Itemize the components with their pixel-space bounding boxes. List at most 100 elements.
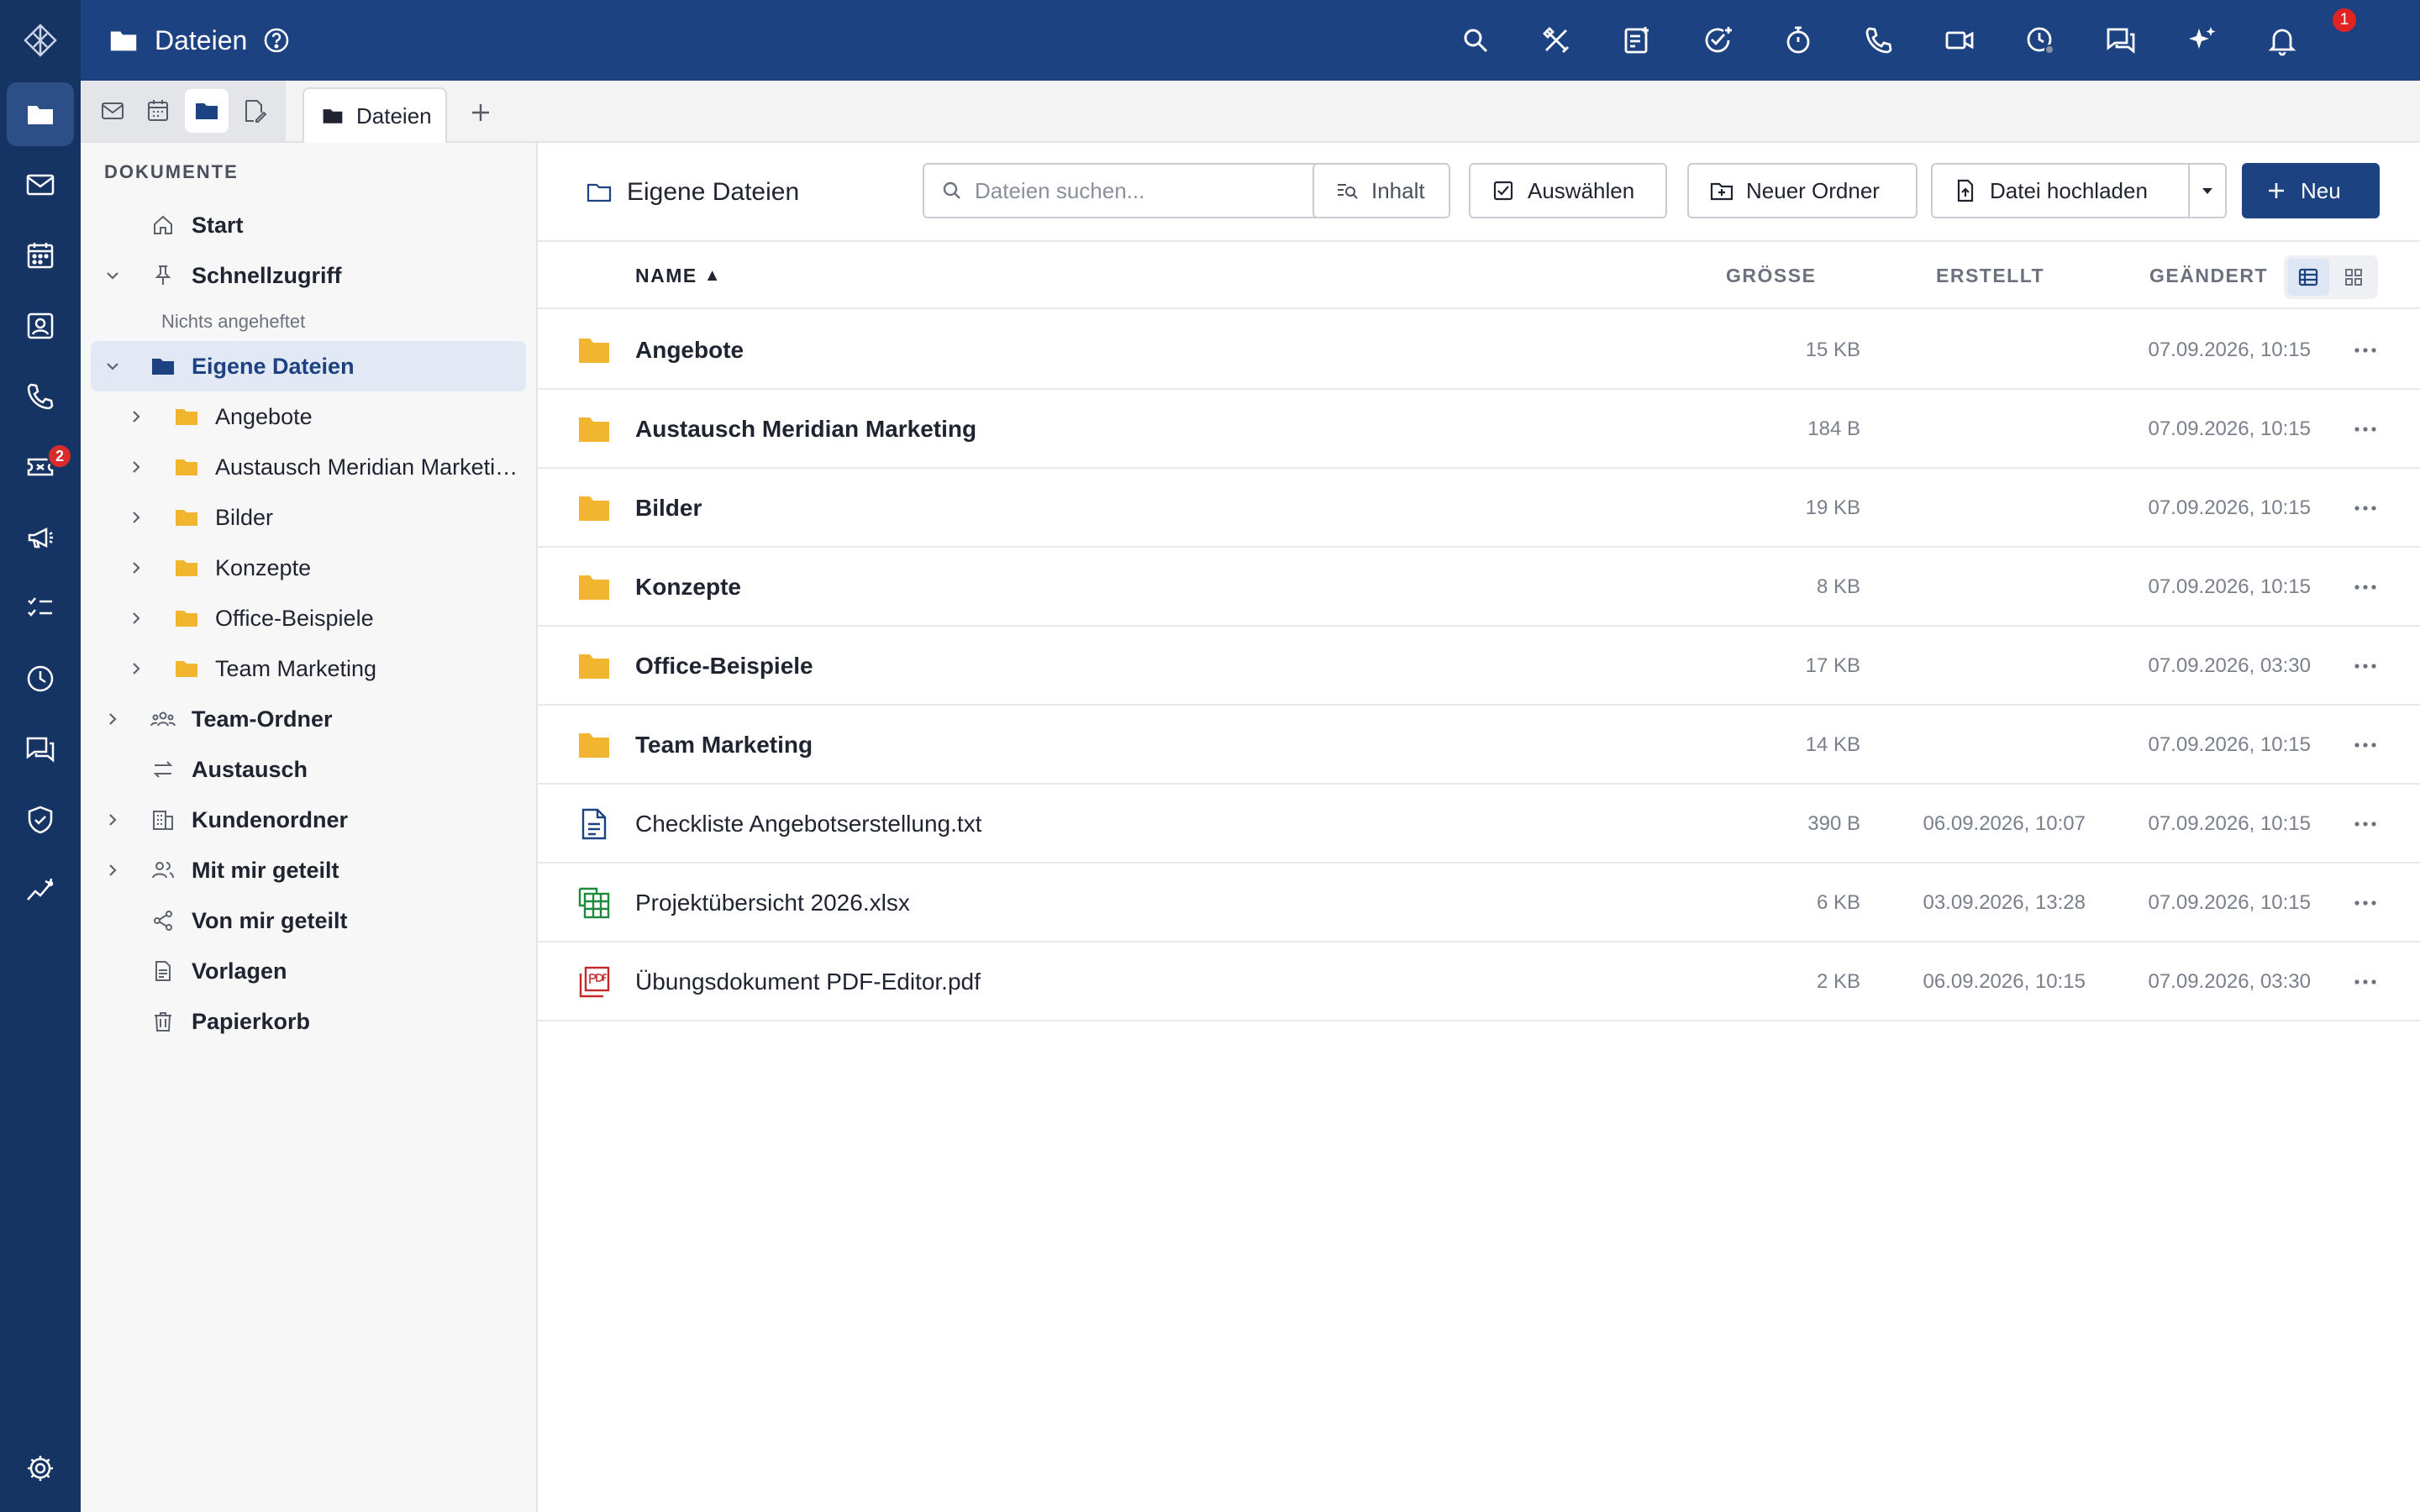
rail-security-button[interactable]: [7, 788, 74, 852]
rail-phone-button[interactable]: [7, 365, 74, 428]
sidebar-item-von-mir-geteilt[interactable]: Von mir geteilt: [91, 895, 526, 946]
rail-tickets-button[interactable]: 2: [7, 435, 74, 499]
column-header-created[interactable]: ERSTELLT: [1936, 242, 2044, 309]
select-button[interactable]: Auswählen: [1469, 163, 1667, 218]
tools-button[interactable]: [1536, 20, 1576, 60]
search-input[interactable]: [975, 177, 1361, 204]
column-header-size[interactable]: GRÖSSE: [1726, 242, 1816, 309]
more-options-icon[interactable]: [2344, 570, 2386, 604]
chevron-right-icon[interactable]: [124, 606, 148, 630]
switch-mail-button[interactable]: [91, 89, 134, 133]
rail-calendar-button[interactable]: [7, 223, 74, 287]
more-options-icon[interactable]: [2344, 333, 2386, 367]
chevron-right-icon[interactable]: [124, 455, 148, 479]
table-row[interactable]: Austausch Meridian Marketing 184 B 07.09…: [538, 390, 2420, 469]
table-row[interactable]: Projektübersicht 2026.xlsx 6 KB 03.09.20…: [538, 864, 2420, 942]
more-options-icon[interactable]: [2344, 965, 2386, 999]
sidebar-item-eigene-dateien[interactable]: Eigene Dateien: [91, 341, 526, 391]
sidebar-item-vorlagen[interactable]: Vorlagen: [91, 946, 526, 996]
app-logo-icon[interactable]: [0, 0, 81, 81]
more-options-icon[interactable]: [2344, 649, 2386, 683]
new-button[interactable]: Neu: [2242, 163, 2380, 218]
table-row[interactable]: Bilder 19 KB 07.09.2026, 10:15: [538, 469, 2420, 548]
breadcrumb[interactable]: Eigene Dateien: [585, 143, 799, 242]
rail-campaigns-button[interactable]: [7, 506, 74, 570]
rail-contacts-button[interactable]: [7, 294, 74, 358]
rail-settings-button[interactable]: [7, 1436, 74, 1500]
chevron-right-icon[interactable]: [124, 405, 148, 428]
table-row[interactable]: Konzepte 8 KB 07.09.2026, 10:15: [538, 548, 2420, 627]
content-search-button[interactable]: Inhalt: [1313, 163, 1450, 218]
add-tab-button[interactable]: [460, 92, 501, 133]
file-name[interactable]: Checkliste Angebotserstellung.txt: [635, 785, 981, 864]
sidebar-item-kundenordner[interactable]: Kundenordner: [91, 795, 526, 845]
sidebar-item-schnellzugriff[interactable]: Schnellzugriff: [91, 250, 526, 301]
messages-button[interactable]: [2101, 20, 2141, 60]
rail-analytics-button[interactable]: [7, 858, 74, 922]
global-search-button[interactable]: [1455, 20, 1496, 60]
help-icon[interactable]: [262, 26, 291, 55]
table-row[interactable]: Team Marketing 14 KB 07.09.2026, 10:15: [538, 706, 2420, 785]
file-name[interactable]: Austausch Meridian Marketing: [635, 390, 976, 469]
timer-button[interactable]: [1778, 20, 1818, 60]
history-button[interactable]: [2020, 20, 2060, 60]
grid-view-button[interactable]: [2333, 259, 2375, 296]
file-search-box[interactable]: [923, 163, 1376, 218]
more-options-icon[interactable]: [2344, 412, 2386, 446]
rail-files-button[interactable]: [7, 82, 74, 146]
file-name[interactable]: Office-Beispiele: [635, 627, 813, 706]
more-options-icon[interactable]: [2344, 728, 2386, 762]
video-button[interactable]: [1939, 20, 1980, 60]
more-options-icon[interactable]: [2344, 886, 2386, 920]
chevron-right-icon[interactable]: [101, 858, 124, 882]
table-row[interactable]: Übungsdokument PDF-Editor.pdf 2 KB 06.09…: [538, 942, 2420, 1021]
sidebar-item-konzepte[interactable]: Konzepte: [91, 543, 526, 593]
file-name[interactable]: Projektübersicht 2026.xlsx: [635, 864, 910, 942]
sidebar-item-austausch-meridian[interactable]: Austausch Meridian Marketing: [91, 442, 526, 492]
file-name[interactable]: Bilder: [635, 469, 702, 548]
sidebar-item-austausch[interactable]: Austausch: [91, 744, 526, 795]
rail-time-button[interactable]: [7, 647, 74, 711]
file-name[interactable]: Konzepte: [635, 548, 741, 627]
column-header-changed[interactable]: GEÄNDERT: [2149, 242, 2268, 309]
table-row[interactable]: Checkliste Angebotserstellung.txt 390 B …: [538, 785, 2420, 864]
notes-button[interactable]: [1617, 20, 1657, 60]
notifications-button[interactable]: [2262, 20, 2302, 60]
sidebar-item-team-ordner[interactable]: Team-Ordner: [91, 694, 526, 744]
file-name[interactable]: Team Marketing: [635, 706, 813, 785]
table-row[interactable]: Angebote 15 KB 07.09.2026, 10:15: [538, 311, 2420, 390]
switch-files-button[interactable]: [185, 89, 229, 133]
ai-assistant-button[interactable]: [2181, 20, 2222, 60]
task-add-button[interactable]: [1697, 20, 1738, 60]
chevron-right-icon[interactable]: [101, 808, 124, 832]
switch-calendar-button[interactable]: [136, 89, 180, 133]
upload-file-button[interactable]: Datei hochladen: [1931, 163, 2191, 218]
file-name[interactable]: Angebote: [635, 311, 744, 390]
sidebar-item-start[interactable]: Start: [91, 200, 526, 250]
call-button[interactable]: [1859, 20, 1899, 60]
chevron-right-icon[interactable]: [101, 707, 124, 731]
chevron-right-icon[interactable]: [124, 657, 148, 680]
sidebar-item-office-beispiele[interactable]: Office-Beispiele: [91, 593, 526, 643]
sidebar-item-angebote[interactable]: Angebote: [91, 391, 526, 442]
column-header-name[interactable]: NAME ▲: [635, 242, 722, 309]
table-row[interactable]: Office-Beispiele 17 KB 07.09.2026, 03:30: [538, 627, 2420, 706]
chevron-right-icon[interactable]: [124, 556, 148, 580]
file-name[interactable]: Übungsdokument PDF-Editor.pdf: [635, 942, 981, 1021]
chevron-right-icon[interactable]: [124, 506, 148, 529]
sidebar-item-mit-mir-geteilt[interactable]: Mit mir geteilt: [91, 845, 526, 895]
more-options-icon[interactable]: [2344, 807, 2386, 841]
upload-options-dropdown[interactable]: [2188, 163, 2227, 218]
more-options-icon[interactable]: [2344, 491, 2386, 525]
sidebar-item-papierkorb[interactable]: Papierkorb: [91, 996, 526, 1047]
sidebar-item-bilder[interactable]: Bilder: [91, 492, 526, 543]
sidebar-item-team-marketing[interactable]: Team Marketing: [91, 643, 526, 694]
chevron-down-icon[interactable]: [101, 264, 124, 287]
rail-tasks-button[interactable]: [7, 576, 74, 640]
tab-dateien[interactable]: Dateien: [302, 87, 447, 143]
switch-editor-button[interactable]: [232, 89, 276, 133]
new-folder-button[interactable]: Neuer Ordner: [1687, 163, 1918, 218]
rail-chat-button[interactable]: [7, 717, 74, 781]
list-view-button[interactable]: [2287, 259, 2329, 296]
rail-mail-button[interactable]: [7, 153, 74, 217]
